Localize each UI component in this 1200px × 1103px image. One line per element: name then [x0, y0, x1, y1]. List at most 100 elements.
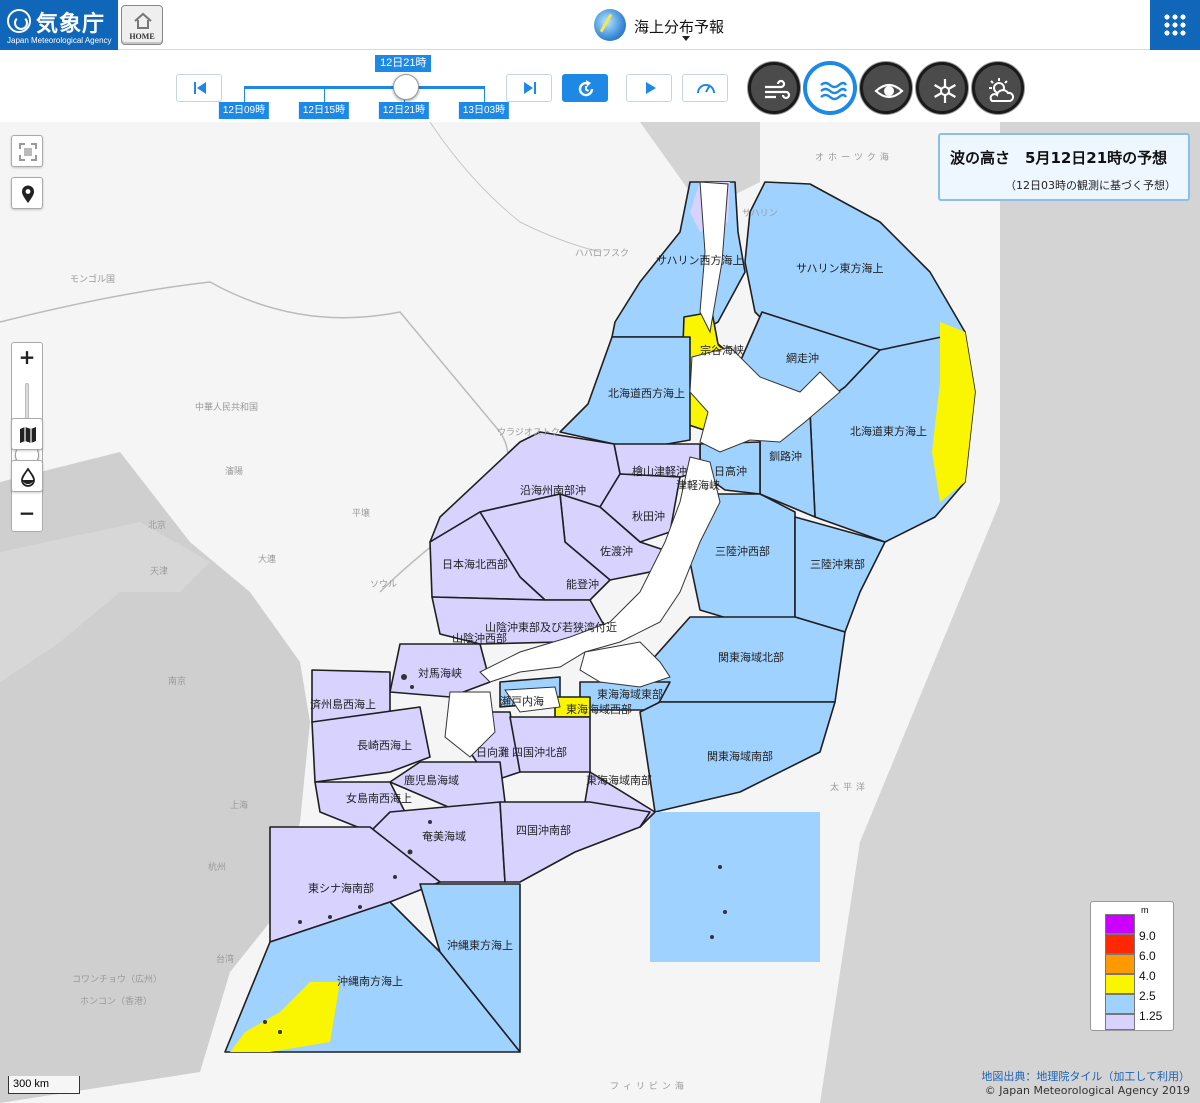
icing-button[interactable] [916, 62, 968, 114]
area-label: 東海海域東部 [597, 687, 663, 701]
area-label: 東海海域南部 [586, 773, 652, 787]
time-slider-knob[interactable] [393, 74, 419, 100]
area-label: 佐渡沖 [600, 544, 633, 558]
time-tick-label[interactable]: 12日09時 [218, 102, 270, 119]
legend-swatch [1105, 934, 1135, 954]
speedometer-icon [697, 84, 715, 94]
area-label: 対馬海峡 [418, 666, 462, 680]
forecast-info-box: 波の高さ 5月12日21時の予想 （12日03時の観測に基づく予想） [938, 133, 1190, 201]
area-label: 四国沖北部 [512, 745, 567, 759]
snowflake-icon [934, 79, 956, 103]
legend-swatch [1105, 954, 1135, 974]
legend-label: 2.5 [1139, 989, 1156, 1003]
area-label: 東海海域西部 [566, 702, 632, 716]
basemap-button[interactable] [11, 418, 43, 450]
home-label: HOME [129, 32, 155, 41]
visibility-button[interactable] [860, 62, 912, 114]
legend-swatch [1105, 994, 1135, 1014]
fullscreen-button[interactable] [11, 135, 43, 167]
first-time-button[interactable] [176, 74, 222, 102]
area-label: サハリン東方海上 [796, 261, 884, 275]
place-name: 大連 [258, 553, 276, 565]
forecast-map[interactable]: サハリン西方海上 サハリン東方海上 宗谷海峡 網走沖 北海道西方海上 北海道東方… [0, 122, 1200, 1103]
time-toolbar: 12日09時 12日15時 12日21時 13日03時 12日21時 [0, 50, 1200, 122]
area-label: 日本海北西部 [442, 557, 508, 571]
wind-button[interactable] [748, 62, 800, 114]
place-name: 天津 [150, 566, 168, 577]
weather-button[interactable] [972, 62, 1024, 114]
legend-label: 4.0 [1139, 969, 1156, 983]
area-label: 沖縄東方海上 [447, 938, 513, 952]
place-name: 上海 [230, 799, 248, 811]
place-name: ホンコン（香港） [80, 995, 152, 1007]
area-label: 東シナ海南部 [308, 881, 374, 895]
forecast-title: 波の高さ 5月12日21時の予想 [950, 149, 1168, 167]
wave-height-legend: m 9.0 6.0 4.0 2.5 1.25 [1090, 901, 1174, 1031]
refresh-button[interactable] [562, 74, 608, 102]
speed-button[interactable] [682, 74, 728, 102]
area-label: 山陰沖西部 [452, 631, 507, 645]
place-name: 北京 [148, 519, 166, 531]
last-time-button[interactable] [506, 74, 552, 102]
area-label: 能登沖 [566, 577, 599, 591]
legend-label: 9.0 [1139, 929, 1156, 943]
page-title: 海上分布予報 [634, 18, 725, 36]
current-time-label: 12日21時 [375, 55, 432, 72]
legend-label: 1.25 [1139, 1009, 1163, 1023]
eye-icon [874, 83, 904, 99]
map-source-link[interactable]: 地図出典：地理院タイル（加工して利用） [981, 1068, 1190, 1084]
area-label: 奄美海域 [422, 829, 466, 843]
area-label: 沿海州南部沖 [520, 483, 586, 497]
sea-name: フィリピン海 [610, 1080, 688, 1092]
area-label: 津軽海峡 [676, 478, 720, 492]
area-label: 四国沖南部 [516, 823, 571, 837]
place-name: ハバロフスク [575, 248, 629, 259]
area-label: 女島南西海上 [346, 791, 412, 805]
place-name: 南京 [168, 675, 186, 687]
copyright: © Japan Meteorological Agency 2019 [984, 1084, 1190, 1097]
area-label: 鹿児島海域 [404, 773, 459, 787]
area-label: 北海道西方海上 [608, 386, 685, 400]
forecast-basis: （12日03時の観測に基づく予想） [1005, 179, 1176, 192]
skip-last-icon [524, 82, 536, 94]
jma-logo[interactable]: 気象庁 Japan Meteorological Agency [0, 0, 118, 50]
area-label: 済州島西海上 [310, 697, 376, 711]
time-tick-label[interactable]: 13日03時 [458, 102, 510, 119]
house-icon [134, 12, 152, 29]
area-label: 秋田沖 [632, 509, 665, 523]
sun-cloud-icon [989, 78, 1015, 102]
area-label: 宗谷海峡 [700, 343, 744, 357]
marine-forecast-icon [594, 9, 626, 41]
time-tick-label[interactable]: 12日15時 [298, 102, 350, 119]
zoom-out-button[interactable]: − [12, 501, 42, 525]
place-name: コワンチョウ（広州） [72, 973, 162, 985]
home-button[interactable]: HOME [121, 5, 163, 45]
wave-icon [820, 81, 848, 101]
skip-first-icon [194, 82, 206, 94]
wave-button[interactable] [804, 62, 856, 114]
area-label: 瀬戸内海 [500, 694, 544, 708]
sea-name: 太平洋 [830, 781, 869, 793]
sea-name: オホーツク海 [815, 151, 893, 163]
place-name: 杭州 [208, 861, 226, 873]
area-label: 釧路沖 [769, 449, 802, 463]
legend-swatch [1105, 974, 1135, 994]
location-button[interactable] [11, 177, 43, 209]
map-icon [20, 427, 36, 443]
time-tick-label[interactable]: 12日21時 [378, 102, 430, 119]
legend-unit: m [1141, 905, 1149, 915]
play-icon [646, 82, 656, 94]
jma-emblem-icon [7, 9, 31, 33]
area-label: 檜山津軽沖 [632, 464, 687, 478]
area-label: サハリン西方海上 [656, 253, 744, 267]
header-bar: 気象庁 Japan Meteorological Agency HOME 海上分… [0, 0, 1200, 50]
play-button[interactable] [626, 74, 672, 102]
opacity-button[interactable] [11, 460, 43, 492]
zoom-in-button[interactable]: + [12, 345, 42, 369]
place-name: モンゴル国 [70, 273, 115, 285]
menu-button[interactable] [1150, 0, 1200, 50]
place-name: 瀋陽 [225, 465, 243, 477]
wind-icon [765, 79, 791, 100]
time-slider-track[interactable] [244, 86, 484, 89]
place-name: ソウル [370, 579, 397, 590]
